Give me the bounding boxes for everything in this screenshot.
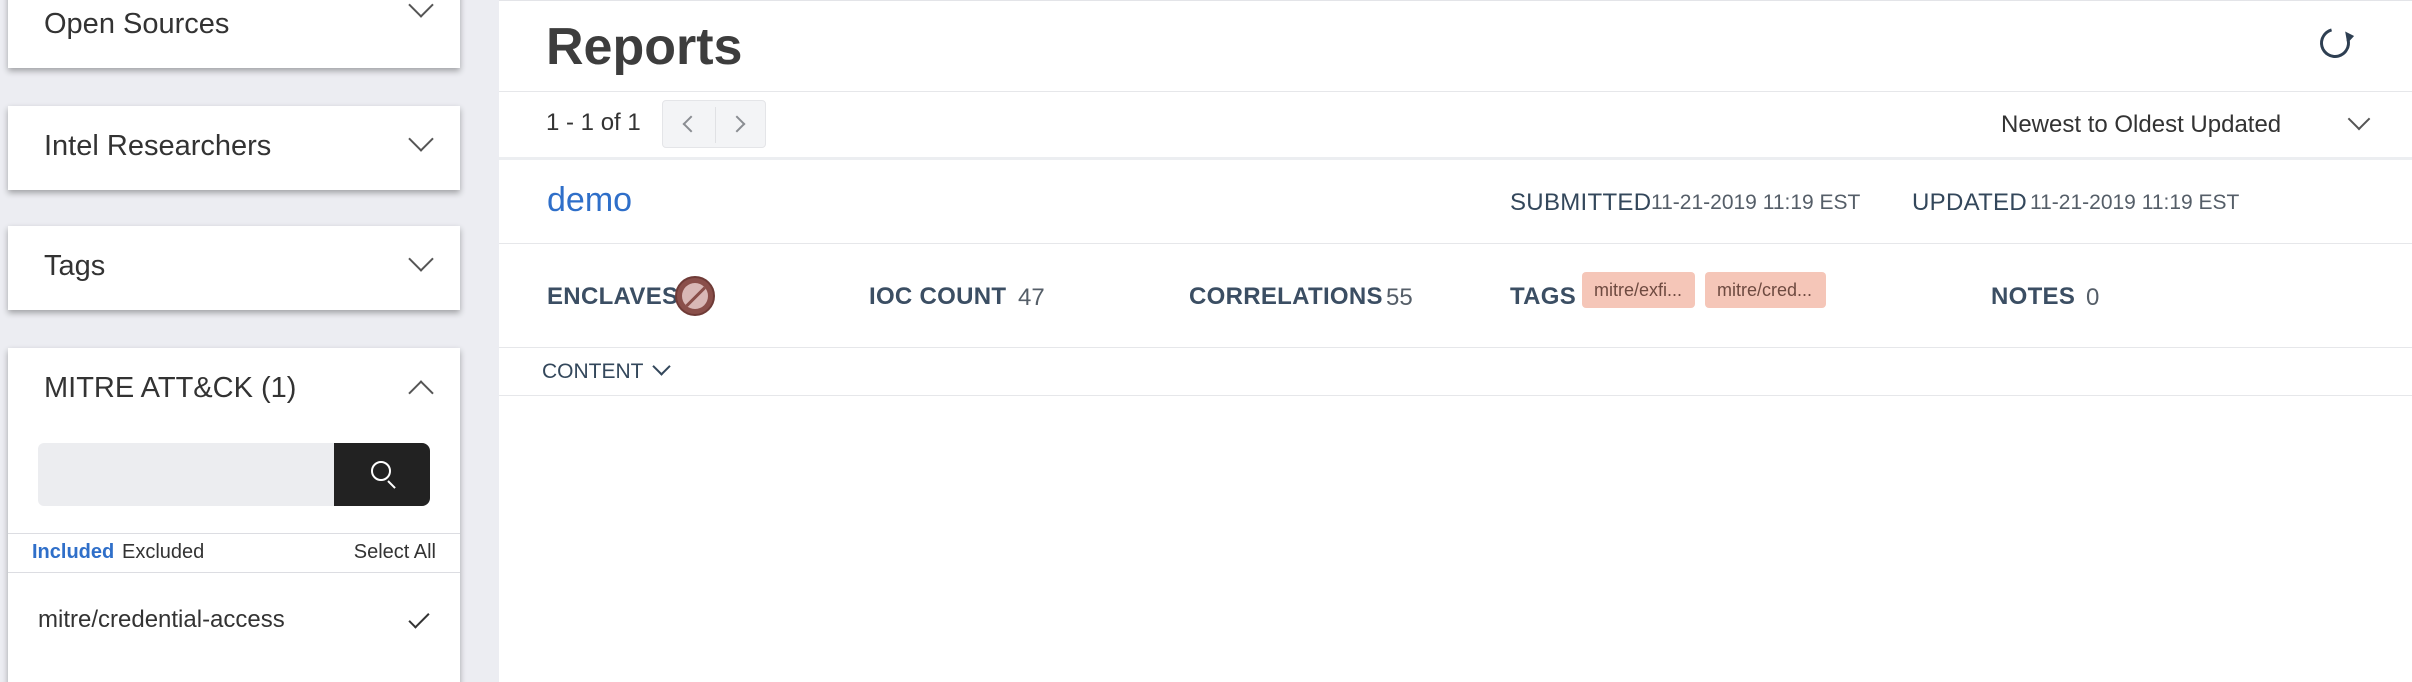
sort-selected-value: Newest to Oldest Updated	[2001, 111, 2282, 138]
divider	[499, 157, 2412, 160]
search-icon-handle	[387, 480, 396, 489]
notes-label: NOTES	[1991, 283, 2076, 310]
filter-sidebar: Open Sources Intel Researchers Tags MITR…	[0, 0, 499, 682]
submitted-label: SUBMITTED	[1510, 189, 1652, 216]
next-page-button[interactable]	[715, 101, 767, 147]
chevron-down-icon	[2347, 107, 2371, 131]
select-all-link[interactable]: Select All	[354, 541, 436, 564]
submitted-date: 11-21-2019 11:19 EST	[1651, 191, 1861, 214]
divider	[8, 533, 460, 534]
chevron-down-icon	[652, 357, 671, 376]
enclaves-label: ENCLAVES	[547, 283, 679, 310]
filter-card-title: Tags	[44, 250, 106, 282]
content-label: CONTENT	[542, 360, 644, 383]
pager	[662, 100, 766, 148]
updated-date: 11-21-2019 11:19 EST	[2030, 191, 2240, 214]
search-icon	[371, 461, 391, 481]
filter-card-intel-researchers[interactable]: Intel Researchers	[8, 106, 460, 190]
ioc-count-value: 47	[1018, 284, 1045, 311]
divider	[499, 243, 2412, 244]
sort-select[interactable]: Newest to Oldest Updated	[1999, 107, 2389, 147]
search-button[interactable]	[334, 443, 430, 506]
divider	[499, 347, 2412, 348]
enclave-icon-slash	[682, 283, 708, 309]
filter-card-title: Open Sources	[44, 8, 230, 40]
chevron-down-icon[interactable]	[408, 0, 434, 18]
mitre-item-label: mitre/credential-access	[38, 606, 285, 633]
filter-card-title: Intel Researchers	[44, 130, 272, 162]
divider	[8, 572, 460, 573]
chevron-down-icon[interactable]	[408, 246, 434, 272]
chevron-right-icon	[728, 115, 746, 133]
content-toggle[interactable]: CONTENT	[542, 357, 682, 388]
page-title: Reports	[546, 18, 743, 76]
tab-excluded[interactable]: Excluded	[122, 541, 204, 564]
tab-included[interactable]: Included	[32, 541, 114, 564]
tags-label: TAGS	[1510, 283, 1577, 310]
report-title-link[interactable]: demo	[547, 181, 632, 220]
updated-label: UPDATED	[1912, 189, 2027, 216]
notes-value: 0	[2086, 284, 2100, 311]
reports-panel: Reports 1 - 1 of 1 Newest to Oldest Upda…	[499, 0, 2412, 682]
mitre-search-input[interactable]	[38, 443, 338, 506]
tag-chip[interactable]: mitre/cred...	[1705, 272, 1826, 308]
filter-card-mitre-attack: MITRE ATT&CK (1) Included Excluded Selec…	[8, 348, 460, 682]
chevron-up-icon[interactable]	[408, 380, 434, 406]
tag-chip[interactable]: mitre/exfi...	[1582, 272, 1695, 308]
divider	[499, 91, 2412, 92]
chevron-left-icon	[682, 115, 700, 133]
ioc-count-label: IOC COUNT	[869, 283, 1007, 310]
correlations-label: CORRELATIONS	[1189, 283, 1383, 310]
divider	[499, 395, 2412, 396]
pagination-summary: 1 - 1 of 1	[546, 109, 641, 136]
enclave-restricted-icon[interactable]	[675, 276, 715, 316]
checkmark-icon	[408, 607, 430, 629]
filter-card-open-sources[interactable]: Open Sources	[8, 0, 460, 68]
filter-card-title: MITRE ATT&CK (1)	[44, 372, 297, 404]
prev-page-button[interactable]	[663, 101, 715, 147]
enclave-icon-inner	[682, 283, 708, 309]
filter-card-tags[interactable]: Tags	[8, 226, 460, 310]
chevron-down-icon[interactable]	[408, 126, 434, 152]
refresh-icon[interactable]	[2314, 22, 2356, 64]
correlations-value: 55	[1386, 284, 1413, 311]
